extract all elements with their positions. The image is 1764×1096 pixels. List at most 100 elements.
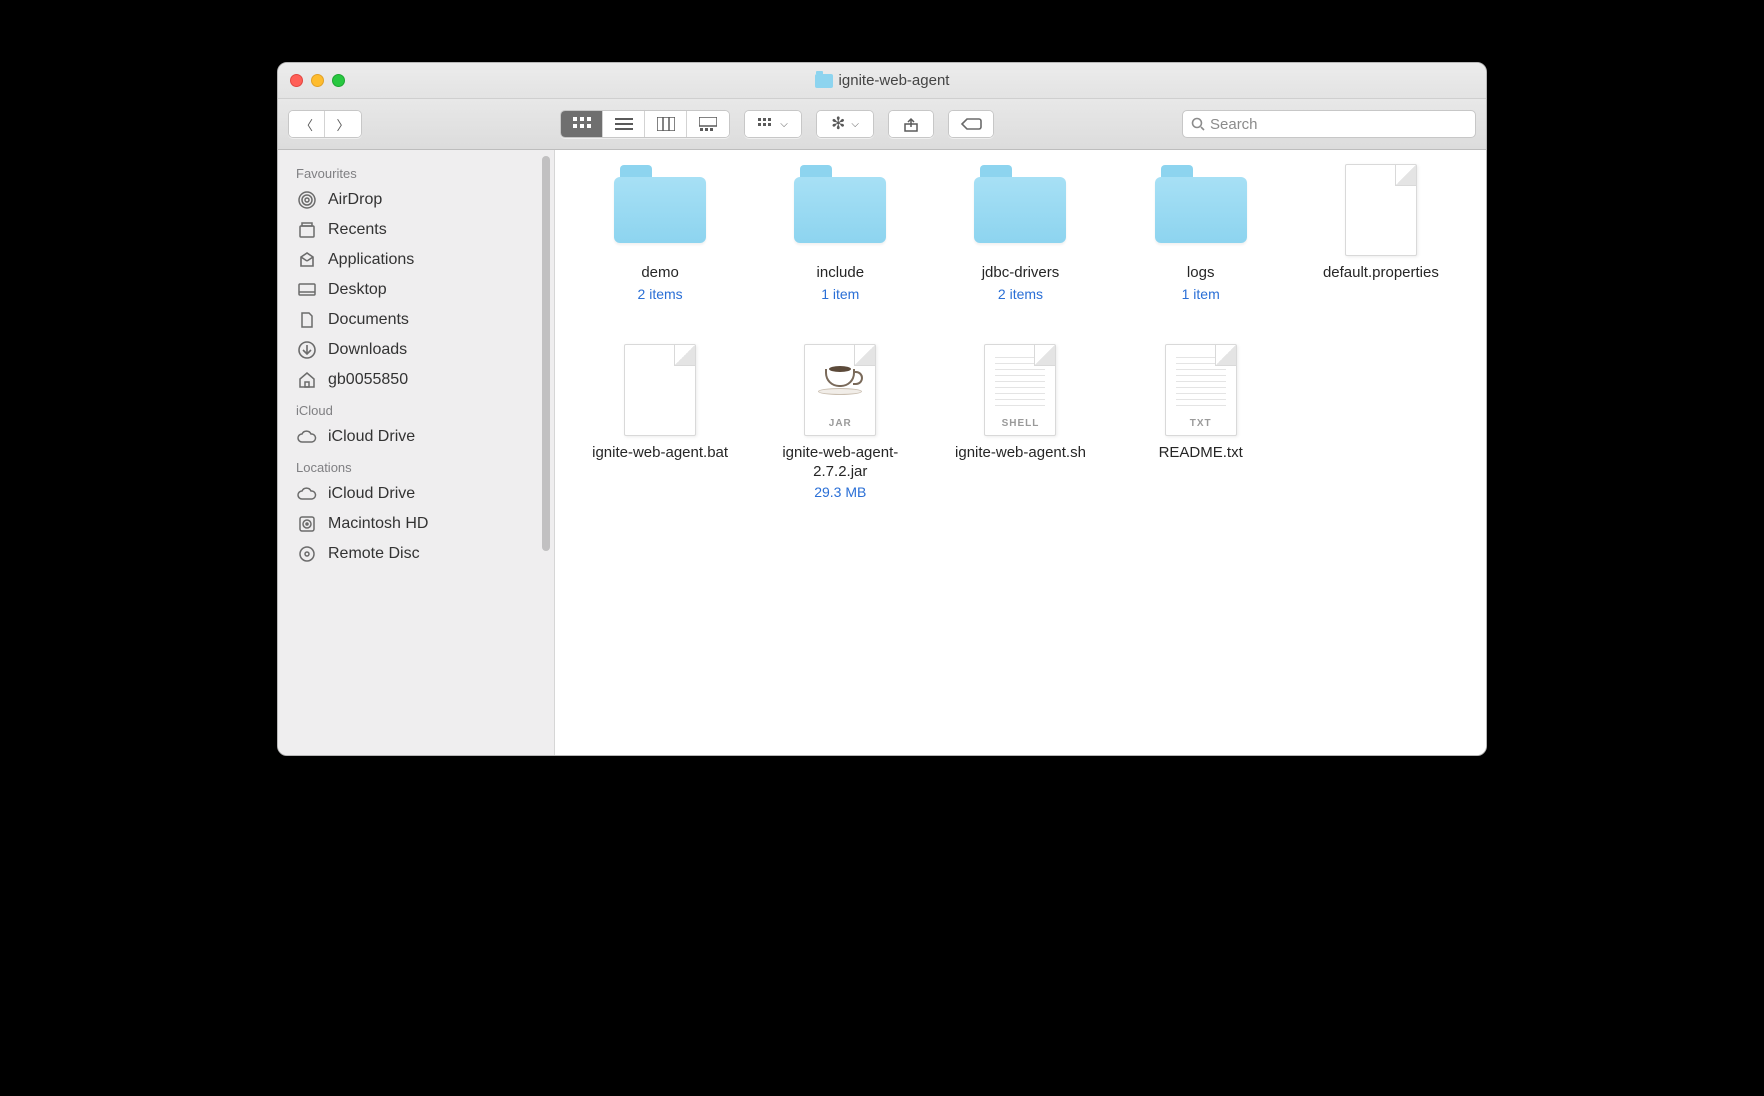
sidebar-item-downloads[interactable]: Downloads [278, 335, 554, 365]
search-icon [1191, 117, 1205, 131]
action-menu-button[interactable]: ✻ ⌵ [816, 110, 874, 138]
tag-icon [960, 117, 982, 131]
group-by-button[interactable]: ⌵ [744, 110, 802, 138]
file-subtitle: 2 items [638, 286, 683, 302]
file-item[interactable]: JAR ignite-web-agent-2.7.2.jar 29.3 MB [755, 346, 925, 501]
file-icon [1345, 164, 1417, 256]
sidebar-item-label: iCloud Drive [328, 485, 415, 503]
zoom-window-button[interactable] [332, 74, 345, 87]
column-view-button[interactable] [645, 111, 687, 137]
file-name: default.properties [1323, 264, 1439, 283]
window-title: ignite-web-agent [278, 72, 1486, 89]
search-input[interactable] [1210, 116, 1467, 133]
file-item[interactable]: logs 1 item [1116, 166, 1286, 302]
desktop-icon [296, 281, 318, 299]
share-icon [904, 116, 918, 132]
sidebar-item-label: Applications [328, 251, 414, 269]
window-controls [290, 74, 345, 87]
share-button[interactable] [888, 110, 934, 138]
sidebar-item-documents[interactable]: Documents [278, 305, 554, 335]
back-button[interactable]: 〈 [289, 111, 325, 137]
chevron-left-icon: 〈 [300, 115, 313, 134]
file-name: ignite-web-agent-2.7.2.jar [760, 444, 920, 482]
view-mode-switcher [560, 110, 730, 138]
airdrop-icon [296, 191, 318, 209]
tags-button[interactable] [948, 110, 994, 138]
sidebar-item-recents[interactable]: Recents [278, 215, 554, 245]
search-field[interactable] [1182, 110, 1476, 138]
file-item[interactable]: include 1 item [755, 166, 925, 302]
sidebar-section-favourites: Favourites [278, 158, 554, 185]
txt-file-icon: TXT [1165, 344, 1237, 436]
scrollbar[interactable] [542, 156, 550, 551]
sidebar-section-locations: Locations [278, 452, 554, 479]
recents-icon [296, 221, 318, 239]
gear-icon: ✻ [831, 114, 845, 134]
sidebar-item-label: Macintosh HD [328, 515, 428, 533]
file-item[interactable]: TXT README.txt [1116, 346, 1286, 501]
file-name: include [817, 264, 865, 283]
sidebar-item-label: AirDrop [328, 191, 382, 209]
sidebar-item-label: Desktop [328, 281, 387, 299]
home-icon [296, 371, 318, 389]
folder-icon [1155, 177, 1247, 243]
file-subtitle: 1 item [821, 286, 859, 302]
finder-window: ignite-web-agent 〈 〉 [277, 62, 1487, 756]
file-name: README.txt [1159, 444, 1243, 463]
chevron-right-icon: 〉 [336, 115, 349, 134]
window-title-text: ignite-web-agent [839, 72, 950, 89]
close-window-button[interactable] [290, 74, 303, 87]
disc-icon [296, 545, 318, 563]
sidebar-item-desktop[interactable]: Desktop [278, 275, 554, 305]
hdd-icon [296, 515, 318, 533]
sidebar-section-icloud: iCloud [278, 395, 554, 422]
sidebar-item-airdrop[interactable]: AirDrop [278, 185, 554, 215]
gallery-view-button[interactable] [687, 111, 729, 137]
sidebar-item-label: iCloud Drive [328, 428, 415, 446]
file-item[interactable]: jdbc-drivers 2 items [935, 166, 1105, 302]
toolbar: 〈 〉 ⌵ [278, 99, 1486, 150]
file-item[interactable]: ignite-web-agent.bat [575, 346, 745, 501]
applications-icon [296, 251, 318, 269]
nav-buttons: 〈 〉 [288, 110, 362, 138]
file-subtitle: 2 items [998, 286, 1043, 302]
file-icon [624, 344, 696, 436]
sidebar-item-icloud-drive-loc[interactable]: iCloud Drive [278, 479, 554, 509]
file-name: ignite-web-agent.bat [592, 444, 728, 463]
downloads-icon [296, 341, 318, 359]
sidebar-item-icloud-drive[interactable]: iCloud Drive [278, 422, 554, 452]
icon-view-button[interactable] [561, 111, 603, 137]
sidebar-item-label: Documents [328, 311, 409, 329]
list-view-button[interactable] [603, 111, 645, 137]
folder-icon [794, 177, 886, 243]
documents-icon [296, 311, 318, 329]
file-item[interactable]: demo 2 items [575, 166, 745, 302]
window-body: Favourites AirDrop Recents Applications … [278, 150, 1486, 755]
file-item[interactable]: default.properties [1296, 166, 1466, 302]
file-item[interactable]: SHELL ignite-web-agent.sh [935, 346, 1105, 501]
jar-file-icon: JAR [804, 344, 876, 436]
sidebar-item-applications[interactable]: Applications [278, 245, 554, 275]
folder-icon [614, 177, 706, 243]
folder-icon [974, 177, 1066, 243]
sidebar-item-macintosh-hd[interactable]: Macintosh HD [278, 509, 554, 539]
titlebar: ignite-web-agent [278, 63, 1486, 99]
file-grid: demo 2 items include 1 item jdbc-drivers… [555, 150, 1486, 755]
sidebar-item-home[interactable]: gb0055850 [278, 365, 554, 395]
forward-button[interactable]: 〉 [325, 111, 361, 137]
folder-icon [815, 74, 833, 88]
file-subtitle: 29.3 MB [814, 484, 866, 500]
sidebar-item-label: Downloads [328, 341, 407, 359]
minimize-window-button[interactable] [311, 74, 324, 87]
cloud-icon [296, 487, 318, 501]
shell-file-icon: SHELL [984, 344, 1056, 436]
file-name: demo [641, 264, 679, 283]
chevron-down-icon: ⌵ [851, 119, 859, 130]
sidebar-item-label: Remote Disc [328, 545, 420, 563]
chevron-down-icon: ⌵ [780, 119, 788, 130]
file-name: jdbc-drivers [982, 264, 1060, 283]
sidebar-item-remote-disc[interactable]: Remote Disc [278, 539, 554, 569]
sidebar-item-label: gb0055850 [328, 371, 408, 389]
file-name: logs [1187, 264, 1215, 283]
sidebar-item-label: Recents [328, 221, 387, 239]
